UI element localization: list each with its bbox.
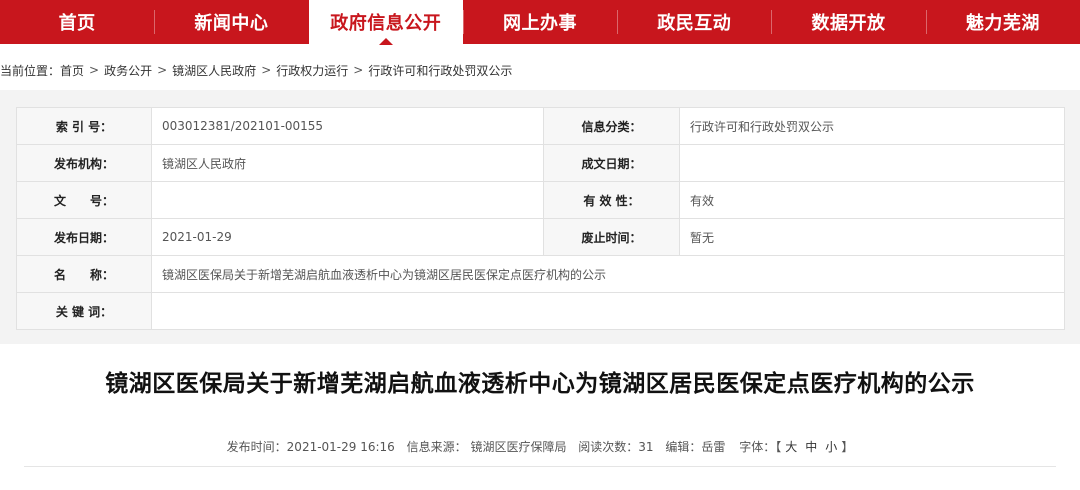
meta-table: 索 引 号： 003012381/202101-00155 信息分类： 行政许可… [16,107,1065,330]
nav-news[interactable]: 新闻中心 [154,0,308,44]
font-small-button[interactable]: 小 [825,440,837,454]
table-row: 名 称： 镜湖区医保局关于新增芜湖启航血液透析中心为镜湖区居民医保定点医疗机构的… [16,255,1065,293]
divider [24,466,1056,467]
table-row: 文 号： 有 效 性： 有效 [16,181,1065,219]
publish-time: 发布时间：2021-01-29 16:16 [226,440,395,454]
breadcrumb-separator: > [89,63,100,77]
name-label: 名 称： [16,255,152,293]
nav-open-data[interactable]: 数据开放 [771,0,925,44]
main-nav: 首页 新闻中心 政府信息公开 网上办事 政民互动 数据开放 魅力芜湖 [0,0,1080,44]
font-medium-button[interactable]: 中 [805,440,817,454]
nav-interaction[interactable]: 政民互动 [617,0,771,44]
pub-date-value: 2021-01-29 [151,218,544,256]
meta-panel: 索 引 号： 003012381/202101-00155 信息分类： 行政许可… [0,90,1080,344]
font-size-control: 字体：【大中小】 [739,440,853,454]
pub-date-label: 发布日期： [16,218,152,256]
nav-home[interactable]: 首页 [0,0,154,44]
publisher-value: 镜湖区人民政府 [151,144,544,182]
nav-charm-wuhu[interactable]: 魅力芜湖 [925,0,1080,44]
view-count: 阅读次数：31 [578,440,654,454]
abolish-value: 暂无 [679,218,1065,256]
breadcrumb-gov-affairs[interactable]: 政务公开 [104,62,152,79]
breadcrumb-separator: > [157,63,168,77]
doc-no-value [151,181,544,219]
validity-value: 有效 [679,181,1065,219]
written-date-value [679,144,1065,182]
breadcrumb-separator: > [353,63,364,77]
breadcrumb-prefix: 当前位置： [0,63,61,78]
breadcrumb-home[interactable]: 首页 [60,62,84,79]
category-value: 行政许可和行政处罚双公示 [679,107,1065,145]
abolish-label: 废止时间： [543,218,680,256]
written-date-label: 成文日期： [543,144,680,182]
name-value: 镜湖区医保局关于新增芜湖启航血液透析中心为镜湖区居民医保定点医疗机构的公示 [151,255,1065,293]
font-size-suffix: 】 [841,440,854,454]
article-info: 发布时间：2021-01-29 16:16 信息来源： 镜湖区医疗保障局 阅读次… [0,438,1080,455]
nav-gov-info[interactable]: 政府信息公开 [308,0,463,44]
keywords-label: 关 键 词： [16,292,152,330]
doc-no-label: 文 号： [16,181,152,219]
validity-label: 有 效 性： [543,181,680,219]
font-large-button[interactable]: 大 [785,440,797,454]
nav-online-service[interactable]: 网上办事 [462,0,617,44]
breadcrumb-separator: > [261,63,272,77]
table-row: 关 键 词： [16,292,1065,330]
font-size-prefix: 字体：【 [739,440,782,454]
breadcrumb-current[interactable]: 行政许可和行政处罚双公示 [368,62,512,79]
editor: 编辑：岳雷 [665,440,726,454]
category-label: 信息分类： [543,107,680,145]
keywords-value [151,292,1065,330]
index-value: 003012381/202101-00155 [151,107,544,145]
article-title: 镜湖区医保局关于新增芜湖启航血液透析中心为镜湖区居民医保定点医疗机构的公示 [105,371,975,397]
info-source: 信息来源： 镜湖区医疗保障局 [406,440,567,454]
breadcrumb: 当前位置： 首页 > 政务公开 > 镜湖区人民政府 > 行政权力运行 > 行政许… [0,58,512,82]
index-label: 索 引 号： [16,107,152,145]
table-row: 发布机构： 镜湖区人民政府 成文日期： [16,144,1065,182]
table-row: 索 引 号： 003012381/202101-00155 信息分类： 行政许可… [16,107,1065,145]
publisher-label: 发布机构： [16,144,152,182]
breadcrumb-district-gov[interactable]: 镜湖区人民政府 [172,62,256,79]
breadcrumb-admin-power[interactable]: 行政权力运行 [276,62,348,79]
table-row: 发布日期： 2021-01-29 废止时间： 暂无 [16,218,1065,256]
